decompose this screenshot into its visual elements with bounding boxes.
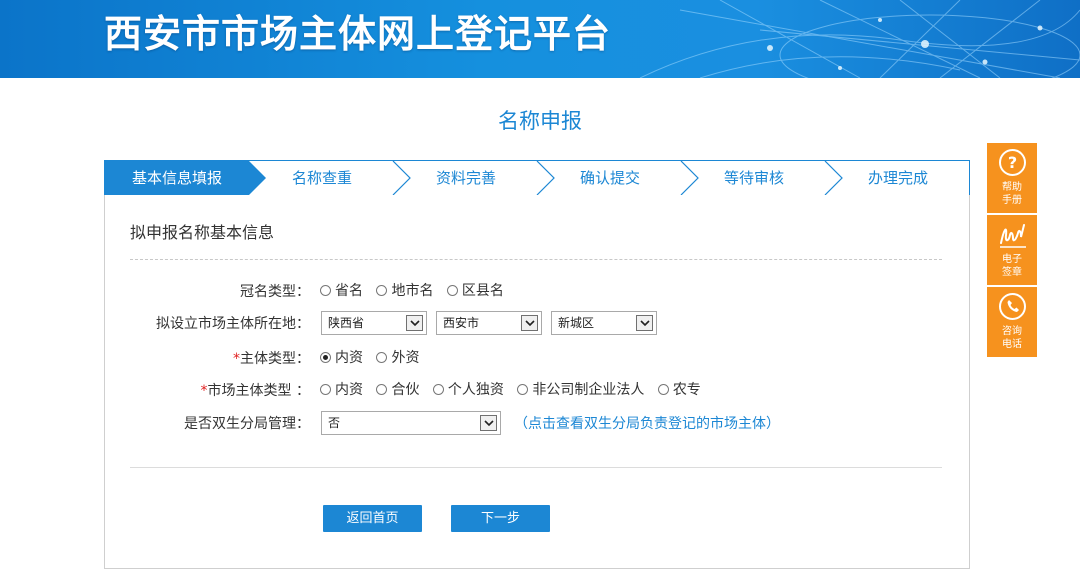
sidebar-e-signature[interactable]: 电子 签章 <box>987 215 1037 285</box>
shuangsheng-select[interactable]: 否 <box>321 411 501 435</box>
shuangsheng-info-link[interactable]: （点击查看双生分局负责登记的市场主体） <box>514 414 780 434</box>
market-type-option-partnership[interactable]: 合伙 <box>376 380 419 400</box>
page-title: 名称申报 <box>498 109 582 133</box>
chevron-down-icon[interactable] <box>636 315 653 331</box>
chevron-down-icon[interactable] <box>521 315 538 331</box>
back-home-button[interactable]: 返回首页 <box>323 505 422 532</box>
signature-icon <box>1000 224 1026 248</box>
market-type-option-non-company-legal-person[interactable]: 非公司制企业法人 <box>517 380 644 400</box>
entity-type-option-foreign[interactable]: 外资 <box>376 348 419 368</box>
market-entity-type-radio-group: 内资 合伙 个人独资 非公司制企业法人 农专 <box>320 380 710 400</box>
step-name-check: 名称查重 <box>291 169 352 187</box>
section-divider <box>130 259 942 260</box>
radio-icon[interactable] <box>446 285 458 296</box>
step-basic-info: 基本信息填报 <box>131 169 222 187</box>
crown-type-label: 冠名类型： <box>240 284 310 300</box>
radio-icon[interactable] <box>517 384 529 395</box>
radio-icon[interactable] <box>657 384 669 395</box>
required-mark: * <box>200 383 208 399</box>
platform-title: 西安市市场主体网上登记平台 <box>104 12 612 56</box>
radio-icon[interactable] <box>376 285 388 296</box>
radio-icon[interactable] <box>320 384 331 395</box>
entity-type-label: *主体类型： <box>233 351 310 367</box>
market-type-option-sole-proprietorship[interactable]: 个人独资 <box>432 380 504 400</box>
step-await-review: 等待审核 <box>723 169 784 187</box>
crown-type-option-city[interactable]: 地市名 <box>376 281 433 301</box>
entity-type-option-domestic[interactable]: 内资 <box>320 348 363 368</box>
chevron-down-icon[interactable] <box>480 415 497 431</box>
shuangsheng-label: 是否双生分局管理： <box>184 416 310 432</box>
chevron-down-icon[interactable] <box>406 315 423 331</box>
entity-type-radio-group: 内资 外资 <box>320 348 428 368</box>
required-mark: * <box>233 351 240 367</box>
market-type-option-domestic[interactable]: 内资 <box>320 380 363 400</box>
radio-icon[interactable] <box>432 384 444 395</box>
header-banner: 西安市市场主体网上登记平台 <box>0 0 1080 78</box>
phone-icon <box>999 293 1026 320</box>
market-type-option-farmer-coop[interactable]: 农专 <box>657 380 701 400</box>
province-select[interactable]: 陕西省 <box>321 311 427 335</box>
form-footer-divider <box>130 467 942 468</box>
crown-type-option-county[interactable]: 区县名 <box>446 281 504 301</box>
next-step-button[interactable]: 下一步 <box>451 505 550 532</box>
step-progress-bar: 基本信息填报 名称查重 资料完善 确认提交 等待审核 办理完成 <box>104 160 970 196</box>
section-title: 拟申报名称基本信息 <box>130 223 275 242</box>
market-entity-type-label: *市场主体类型 ： <box>200 383 310 399</box>
location-label: 拟设立市场主体所在地： <box>156 316 310 332</box>
radio-icon[interactable] <box>376 384 388 395</box>
radio-icon[interactable] <box>320 285 331 296</box>
step-complete: 办理完成 <box>867 169 928 187</box>
sidebar-consult-phone[interactable]: 咨询 电话 <box>987 287 1037 357</box>
step-confirm-submit: 确认提交 <box>579 169 640 187</box>
city-select[interactable]: 西安市 <box>436 311 542 335</box>
step-materials: 资料完善 <box>435 169 496 187</box>
crown-type-option-province[interactable]: 省名 <box>320 281 363 301</box>
radio-icon[interactable] <box>376 352 388 363</box>
radio-selected-icon[interactable] <box>320 352 331 363</box>
question-icon: ? <box>999 149 1026 176</box>
district-select[interactable]: 新城区 <box>551 311 657 335</box>
sidebar-help-manual[interactable]: ? 帮助 手册 <box>987 143 1037 213</box>
crown-type-radio-group: 省名 地市名 区县名 <box>320 281 513 301</box>
